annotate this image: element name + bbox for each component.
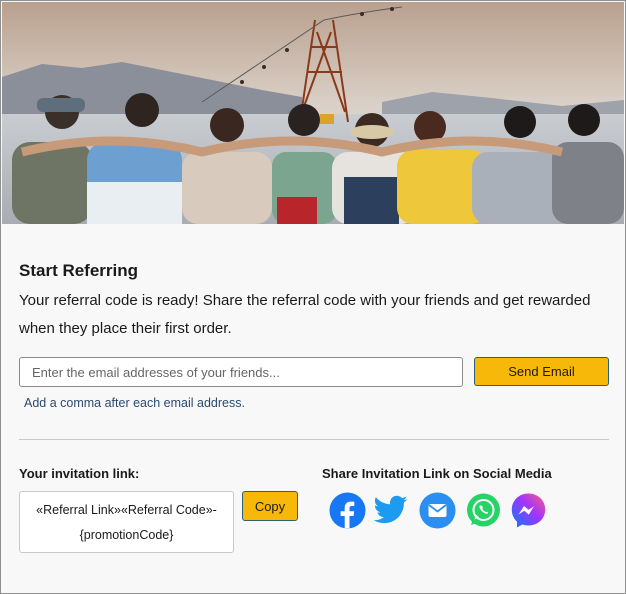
social-share-label: Share Invitation Link on Social Media bbox=[322, 466, 552, 481]
referral-card: Start Referring Your referral code is re… bbox=[0, 0, 626, 594]
facebook-icon[interactable] bbox=[329, 492, 366, 529]
email-hint: Add a comma after each email address. bbox=[24, 396, 245, 410]
whatsapp-icon[interactable] bbox=[465, 492, 502, 529]
messenger-icon[interactable] bbox=[510, 492, 547, 529]
section-title: Start Referring bbox=[19, 261, 139, 280]
hero-image bbox=[2, 2, 624, 224]
invitation-link-box[interactable]: «Referral Link»«Referral Code»- {promoti… bbox=[19, 491, 234, 553]
email-icon[interactable] bbox=[419, 492, 456, 529]
invitation-link-label: Your invitation link: bbox=[19, 466, 140, 481]
invitation-link-line2: {promotionCode} bbox=[79, 528, 174, 542]
twitter-icon[interactable] bbox=[372, 492, 409, 529]
referral-description: Your referral code is ready! Share the r… bbox=[19, 292, 591, 337]
send-email-button[interactable]: Send Email bbox=[474, 357, 609, 386]
invitation-link-line1: «Referral Link»«Referral Code»- bbox=[36, 503, 217, 517]
copy-button[interactable]: Copy bbox=[242, 491, 298, 521]
friends-email-input[interactable] bbox=[19, 357, 463, 387]
divider bbox=[19, 439, 609, 440]
